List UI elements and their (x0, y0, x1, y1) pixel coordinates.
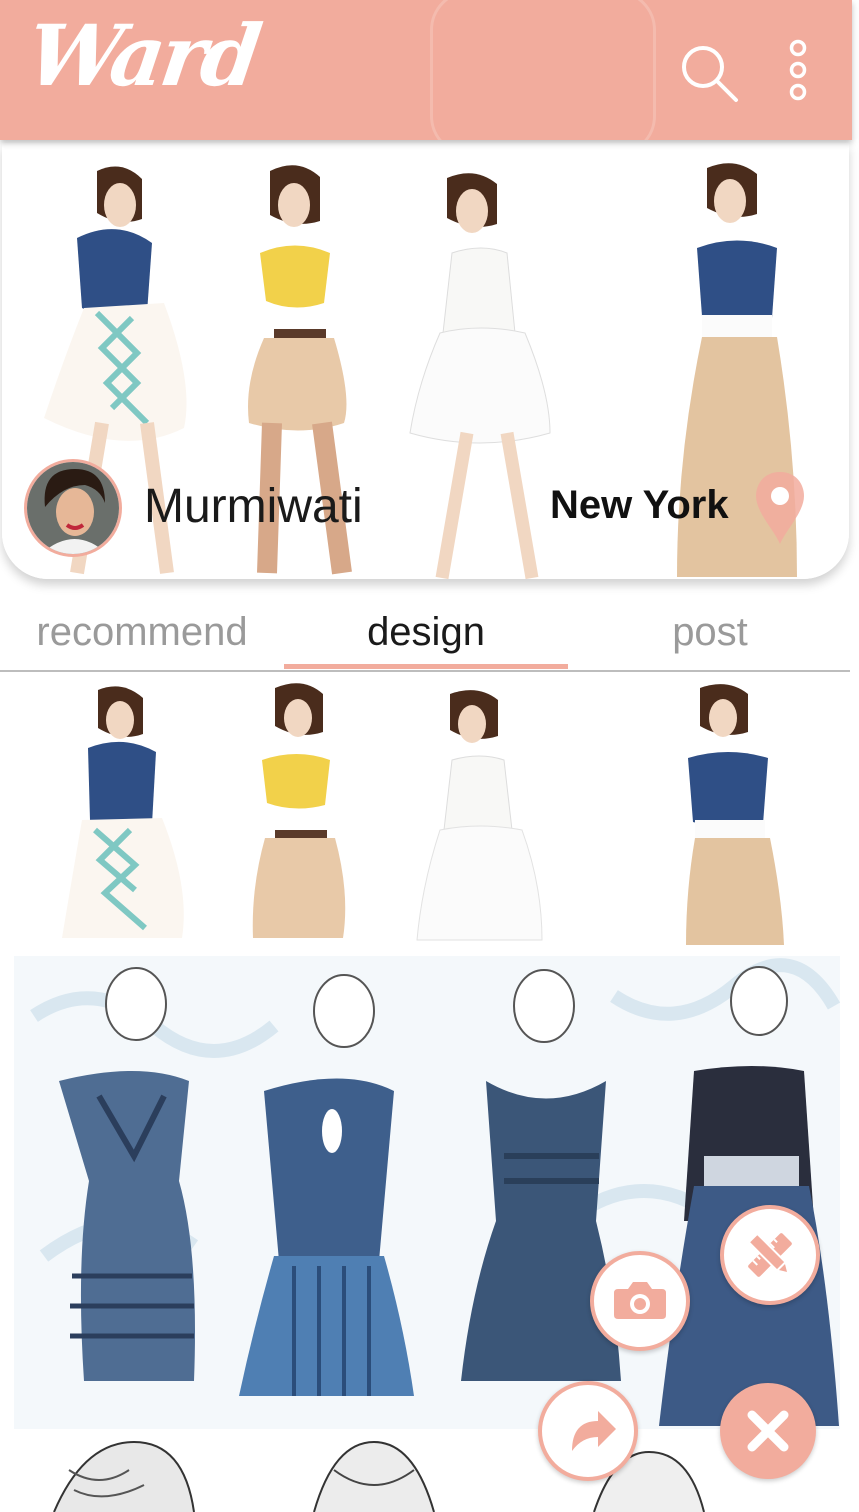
search-button[interactable] (676, 40, 740, 104)
feed-item[interactable] (0, 680, 850, 945)
fashion-sketch-image (14, 1440, 840, 1512)
app-bar: Ward (0, 0, 852, 140)
close-button[interactable] (720, 1383, 816, 1479)
tab-recommend[interactable]: recommend (0, 610, 284, 655)
app-logo: Ward (21, 6, 264, 105)
profile-location: New York (550, 483, 729, 527)
profile-username[interactable]: Murmiwati (144, 479, 363, 534)
search-icon (682, 46, 738, 102)
more-vertical-icon (789, 39, 807, 101)
tab-bar: recommend design post (0, 600, 850, 672)
close-icon (747, 1410, 789, 1452)
feed-item[interactable] (14, 956, 840, 1429)
tab-post[interactable]: post (568, 610, 852, 655)
active-tab-indicator (284, 664, 568, 669)
feed-item[interactable] (14, 1440, 840, 1512)
share-icon (572, 1411, 616, 1451)
share-button[interactable] (538, 1381, 638, 1481)
camera-button[interactable] (590, 1251, 690, 1351)
camera-icon (614, 1282, 666, 1319)
avatar[interactable] (24, 459, 122, 557)
avatar-photo (27, 462, 119, 554)
profile-card[interactable]: Murmiwati New York (2, 143, 849, 579)
fashion-sketch-image (14, 956, 840, 1429)
tab-design[interactable]: design (284, 610, 568, 655)
more-options-button[interactable] (780, 38, 816, 104)
pencil-ruler-icon (747, 1232, 792, 1277)
header-background-decoration (430, 0, 656, 140)
design-tools-button[interactable] (720, 1205, 820, 1305)
fashion-sketch-image (0, 680, 850, 945)
location-pin-icon (756, 472, 804, 544)
